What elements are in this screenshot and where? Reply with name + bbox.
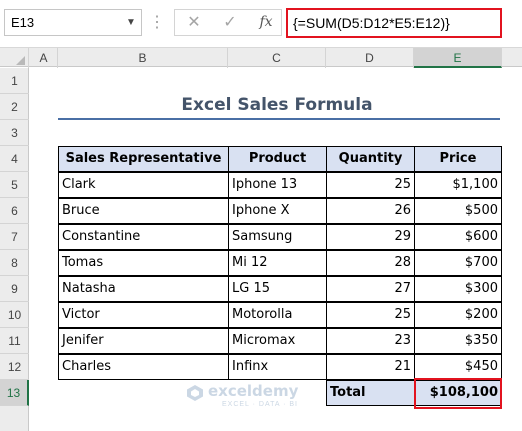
cell-quantity[interactable]: 28 <box>326 250 415 276</box>
row-header-selected[interactable]: 13 <box>0 380 29 406</box>
row-header[interactable]: 12 <box>0 354 29 380</box>
row-header[interactable]: 5 <box>0 172 29 198</box>
row-header[interactable]: 6 <box>0 198 29 224</box>
cell-product[interactable]: LG 15 <box>228 276 327 302</box>
cell-rep[interactable]: Jenifer <box>58 328 229 354</box>
header-product[interactable]: Product <box>228 146 327 172</box>
cell-quantity[interactable]: 21 <box>326 354 415 380</box>
title-underline <box>58 118 500 120</box>
cell-quantity[interactable]: 23 <box>326 328 415 354</box>
cell-price[interactable]: $500 <box>414 198 502 224</box>
cell-price[interactable]: $200 <box>414 302 502 328</box>
cell-quantity[interactable]: 29 <box>326 224 415 250</box>
column-header-bar: A B C D E <box>0 47 522 68</box>
header-quantity[interactable]: Quantity <box>326 146 415 172</box>
row-header[interactable]: 1 <box>0 68 29 94</box>
column-header-a[interactable]: A <box>30 48 58 68</box>
sheet-title[interactable]: Excel Sales Formula <box>58 94 496 116</box>
cell-product[interactable]: Motorolla <box>228 302 327 328</box>
total-highlight-box <box>414 378 502 409</box>
worksheet: Excel Sales Formula Sales Representative… <box>30 68 522 431</box>
formula-input[interactable]: {=SUM(D5:D12*E5:E12)} <box>286 8 502 38</box>
column-header-c[interactable]: C <box>228 48 326 68</box>
row-header[interactable]: 8 <box>0 250 29 276</box>
cell-price[interactable]: $600 <box>414 224 502 250</box>
name-box[interactable]: E13 <box>4 9 142 36</box>
row-header[interactable]: 9 <box>0 276 29 302</box>
cell-rep[interactable]: Bruce <box>58 198 229 224</box>
chevron-down-icon[interactable]: ▼ <box>124 9 138 36</box>
row-header-bar: 1 2 3 4 5 6 7 8 9 10 11 12 13 <box>0 68 29 431</box>
cell-quantity[interactable]: 25 <box>326 302 415 328</box>
cell-price[interactable]: $1,100 <box>414 172 502 198</box>
total-label[interactable]: Total <box>326 380 415 406</box>
more-icon: ⋮ <box>149 14 165 31</box>
cell-rep[interactable]: Charles <box>58 354 229 380</box>
cell-quantity[interactable]: 27 <box>326 276 415 302</box>
cell-price[interactable]: $450 <box>414 354 502 380</box>
cell-quantity[interactable]: 26 <box>326 198 415 224</box>
row-header[interactable]: 11 <box>0 328 29 354</box>
column-header-d[interactable]: D <box>326 48 414 68</box>
cell-rep[interactable]: Constantine <box>58 224 229 250</box>
cell-product[interactable]: Mi 12 <box>228 250 327 276</box>
watermark: exceldemy EXCEL · DATA · BI <box>186 382 326 412</box>
column-header-e[interactable]: E <box>414 48 502 68</box>
cell-quantity[interactable]: 25 <box>326 172 415 198</box>
cell-price[interactable]: $700 <box>414 250 502 276</box>
cell-rep[interactable]: Natasha <box>58 276 229 302</box>
cell-product[interactable]: Iphone X <box>228 198 327 224</box>
formula-tools: ✕ ✓ fx <box>174 9 282 36</box>
cell-product[interactable]: Iphone 13 <box>228 172 327 198</box>
row-header[interactable]: 2 <box>0 94 29 120</box>
row-header[interactable]: 7 <box>0 224 29 250</box>
select-all-button[interactable] <box>0 48 29 68</box>
cell-product[interactable]: Infinx <box>228 354 327 380</box>
row-header[interactable]: 4 <box>0 146 29 172</box>
cell-price[interactable]: $350 <box>414 328 502 354</box>
cell-rep[interactable]: Clark <box>58 172 229 198</box>
cell-rep[interactable]: Victor <box>58 302 229 328</box>
column-header-b[interactable]: B <box>58 48 228 68</box>
cell-product[interactable]: Samsung <box>228 224 327 250</box>
fx-icon[interactable]: fx <box>251 10 281 35</box>
watermark-tagline: EXCEL · DATA · BI <box>222 401 298 408</box>
row-header[interactable]: 10 <box>0 302 29 328</box>
watermark-name: exceldemy <box>208 382 299 400</box>
header-sales-representative[interactable]: Sales Representative <box>58 146 229 172</box>
formula-bar: E13 ▼ ⋮ ✕ ✓ fx {=SUM(D5:D12*E5:E12)} <box>0 0 522 47</box>
enter-icon[interactable]: ✓ <box>215 10 245 35</box>
cell-price[interactable]: $300 <box>414 276 502 302</box>
exceldemy-logo-icon <box>187 385 203 401</box>
cell-product[interactable]: Micromax <box>228 328 327 354</box>
cell-rep[interactable]: Tomas <box>58 250 229 276</box>
row-header[interactable]: 3 <box>0 120 29 146</box>
cancel-icon[interactable]: ✕ <box>179 10 209 35</box>
header-price[interactable]: Price <box>414 146 502 172</box>
